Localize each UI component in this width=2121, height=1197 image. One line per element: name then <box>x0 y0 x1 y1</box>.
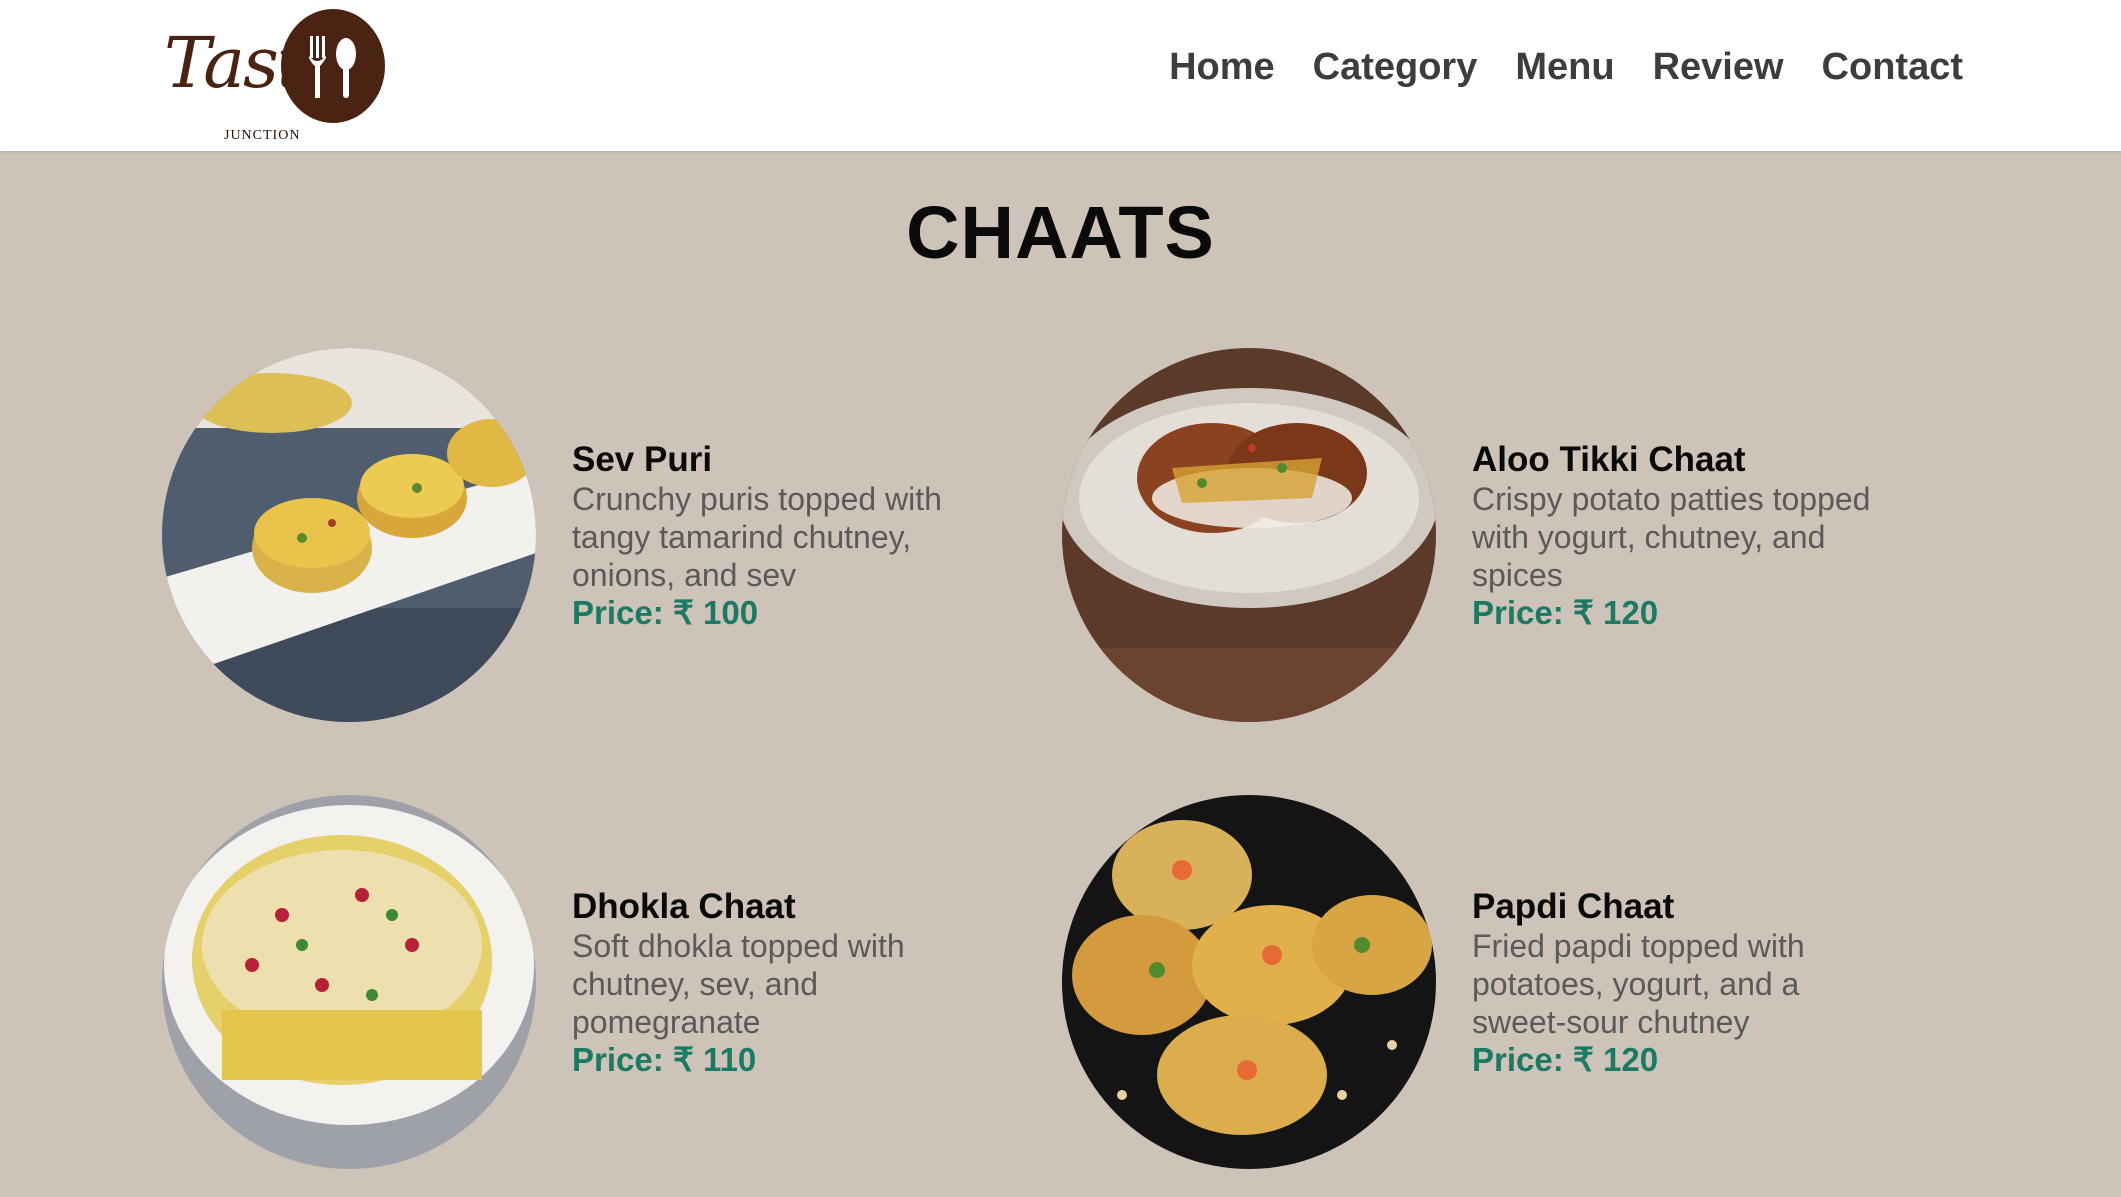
menu-item-name: Papdi Chaat <box>1472 887 1675 926</box>
menu-item-name: Sev Puri <box>572 440 713 479</box>
menu-item-description: Crispy potato patties topped with yogurt… <box>1472 481 1871 593</box>
aloo-tikki-photo <box>1062 348 1436 722</box>
site-header: Taste JUNCTION Home Category Menu Review… <box>0 0 2121 151</box>
menu-item-description: Fried papdi topped with potatoes, yogurt… <box>1472 928 1805 1040</box>
menu-item-card: Papdi Chaat Fried papdi topped with pota… <box>1062 795 1962 1175</box>
nav-review[interactable]: Review <box>1653 46 1784 89</box>
logo-subtitle: JUNCTION <box>224 128 301 143</box>
dhokla-chaat-photo <box>162 795 536 1169</box>
nav-category[interactable]: Category <box>1313 46 1478 89</box>
page-title: CHAATS <box>906 191 1215 274</box>
menu-item-card: Sev Puri Crunchy puris topped with tangy… <box>162 348 1062 728</box>
menu-item-info: Aloo Tikki Chaat Crispy potato patties t… <box>1472 440 1892 632</box>
menu-item-price: Price: ₹ 120 <box>1472 594 1659 631</box>
menu-item-info: Sev Puri Crunchy puris topped with tangy… <box>572 440 992 632</box>
main-nav: Home Category Menu Review Contact <box>1169 46 1963 89</box>
menu-item-info: Dhokla Chaat Soft dhokla topped with chu… <box>572 887 992 1079</box>
menu-item-name: Dhokla Chaat <box>572 887 796 926</box>
fork-spoon-icon <box>281 9 385 123</box>
menu-item-price: Price: ₹ 120 <box>1472 1041 1659 1078</box>
papdi-chaat-photo <box>1062 795 1436 1169</box>
nav-contact[interactable]: Contact <box>1822 46 1963 89</box>
menu-item-info: Papdi Chaat Fried papdi topped with pota… <box>1472 887 1892 1079</box>
menu-item-description: Crunchy puris topped with tangy tamarind… <box>572 481 942 593</box>
menu-item-description: Soft dhokla topped with chutney, sev, an… <box>572 928 905 1040</box>
nav-menu[interactable]: Menu <box>1515 46 1614 89</box>
brand-logo[interactable]: Taste JUNCTION <box>164 6 394 146</box>
menu-item-card: Aloo Tikki Chaat Crispy potato patties t… <box>1062 348 1962 728</box>
menu-item-price: Price: ₹ 110 <box>572 1041 757 1078</box>
menu-item-name: Aloo Tikki Chaat <box>1472 440 1746 479</box>
sev-puri-photo <box>162 348 536 722</box>
nav-home[interactable]: Home <box>1169 46 1275 89</box>
menu-item-price: Price: ₹ 100 <box>572 594 759 631</box>
menu-item-card: Dhokla Chaat Soft dhokla topped with chu… <box>162 795 1062 1175</box>
